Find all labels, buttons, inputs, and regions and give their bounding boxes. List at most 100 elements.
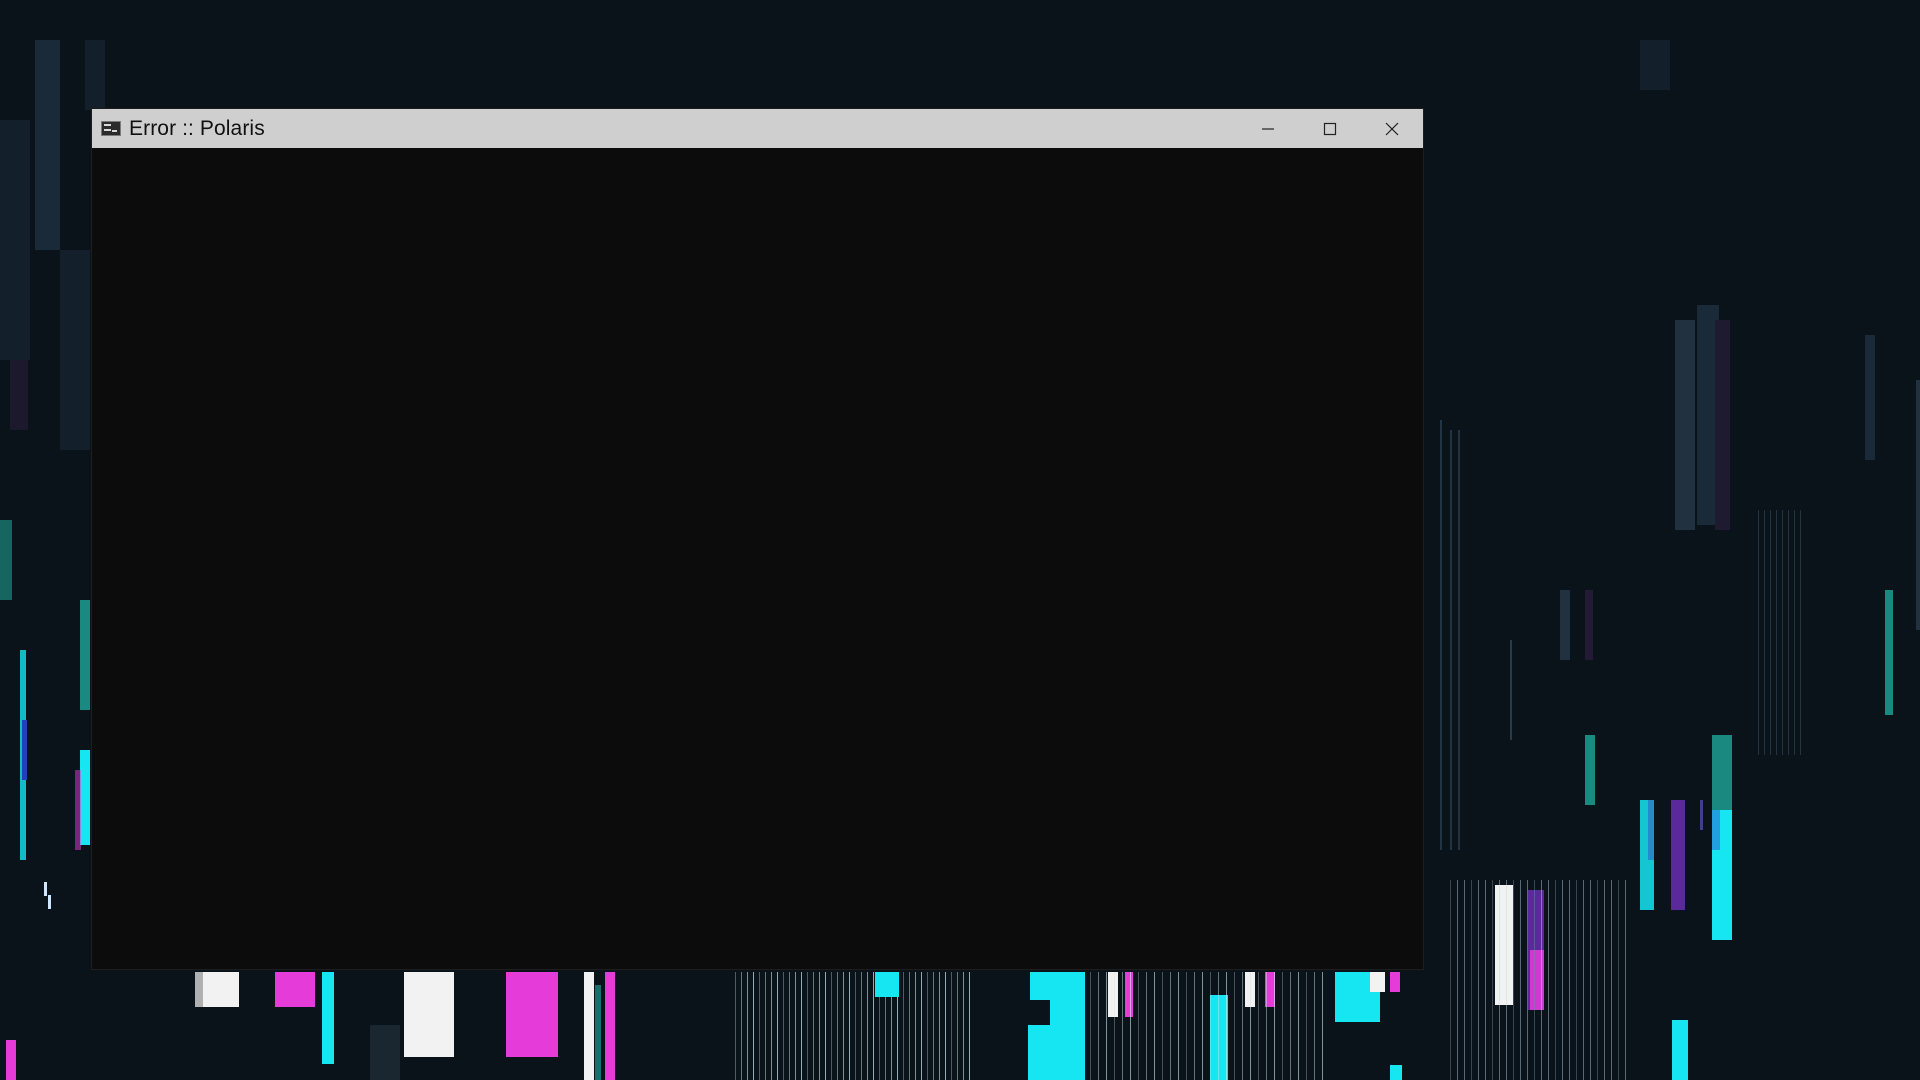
glitch-bar <box>1090 972 1091 1080</box>
glitch-bar <box>1306 972 1307 1080</box>
title-bar[interactable]: Error :: Polaris <box>92 109 1423 148</box>
glitch-bar <box>1234 972 1235 1080</box>
maximize-button[interactable] <box>1299 109 1361 148</box>
glitch-bar <box>1800 510 1801 755</box>
glitch-bar <box>1640 40 1670 90</box>
glitch-bar <box>759 972 760 1080</box>
glitch-bar <box>1590 880 1591 1080</box>
glitch-bar <box>1138 972 1139 1080</box>
console-output[interactable] <box>92 148 1423 969</box>
glitch-bar <box>1712 735 1732 815</box>
glitch-bar <box>1098 972 1099 1080</box>
glitch-bar <box>1322 972 1323 1080</box>
glitch-bar <box>1210 972 1211 1080</box>
glitch-bar <box>753 972 754 1080</box>
glitch-bar <box>1492 880 1493 1080</box>
glitch-bar <box>1534 880 1535 1080</box>
glitch-bar <box>1782 510 1783 755</box>
glitch-bar <box>1178 972 1179 1080</box>
glitch-bar <box>873 972 874 1080</box>
glitch-bar <box>1242 972 1243 1080</box>
glitch-bar <box>1106 972 1107 1080</box>
glitch-bar <box>1770 510 1771 755</box>
glitch-bar <box>1125 972 1133 1017</box>
glitch-bar <box>1314 972 1315 1080</box>
glitch-bar <box>843 972 844 1080</box>
glitch-bar <box>1274 972 1275 1080</box>
glitch-bar <box>1560 590 1570 660</box>
glitch-bar <box>1282 972 1283 1080</box>
glitch-bar <box>861 972 862 1080</box>
glitch-bar <box>1390 1065 1402 1080</box>
glitch-bar <box>1186 972 1187 1080</box>
glitch-bar <box>1440 420 1442 850</box>
glitch-bar <box>275 972 315 1007</box>
glitch-bar <box>765 972 766 1080</box>
glitch-bar <box>933 972 934 1080</box>
glitch-bar <box>903 972 904 1080</box>
glitch-bar <box>1764 510 1765 755</box>
glitch-bar <box>1604 880 1605 1080</box>
glitch-bar <box>951 972 952 1080</box>
glitch-bar <box>595 985 601 1080</box>
window-controls <box>1237 109 1423 148</box>
window-title: Error :: Polaris <box>129 116 265 140</box>
glitch-bar <box>1513 880 1514 1080</box>
glitch-bar <box>789 972 790 1080</box>
glitch-bar <box>741 972 742 1080</box>
glitch-bar <box>35 40 60 250</box>
glitch-bar <box>1266 972 1267 1080</box>
glitch-bar <box>1672 1020 1688 1080</box>
glitch-bar <box>0 520 12 600</box>
glitch-bar <box>10 360 28 430</box>
glitch-bar <box>1202 972 1203 1080</box>
glitch-bar <box>1675 320 1695 530</box>
glitch-bar <box>1794 510 1795 755</box>
glitch-bar <box>1885 590 1893 715</box>
glitch-bar <box>939 972 940 1080</box>
glitch-bar <box>1146 972 1147 1080</box>
glitch-bar <box>1450 880 1451 1080</box>
maximize-icon <box>1323 122 1337 135</box>
glitch-bar <box>1370 972 1385 992</box>
glitch-bar <box>1585 735 1595 805</box>
glitch-bar <box>1541 880 1542 1080</box>
glitch-bar <box>1788 510 1789 755</box>
glitch-bar <box>80 600 90 710</box>
glitch-bar <box>801 972 802 1080</box>
glitch-bar <box>370 1025 400 1080</box>
close-button[interactable] <box>1361 109 1423 148</box>
glitch-bar <box>1464 880 1465 1080</box>
glitch-bar <box>807 972 808 1080</box>
glitch-bar <box>1170 972 1171 1080</box>
glitch-bar <box>6 1040 16 1080</box>
glitch-bar <box>825 972 826 1080</box>
glitch-bar <box>1671 800 1685 910</box>
glitch-bar <box>0 120 30 360</box>
glitch-bar <box>1114 972 1115 1080</box>
glitch-bar <box>795 972 796 1080</box>
minimize-button[interactable] <box>1237 109 1299 148</box>
glitch-bar <box>1028 1025 1050 1080</box>
glitch-bar <box>927 972 928 1080</box>
glitch-bar <box>945 972 946 1080</box>
close-icon <box>1385 122 1399 135</box>
glitch-bar <box>1290 972 1291 1080</box>
glitch-bar <box>75 770 81 850</box>
glitch-bar <box>1758 510 1759 755</box>
glitch-bar <box>1618 880 1619 1080</box>
glitch-bar <box>85 40 105 110</box>
minimize-icon <box>1262 127 1274 130</box>
glitch-bar <box>22 720 27 780</box>
glitch-bar <box>322 972 334 1064</box>
glitch-bar <box>777 972 778 1080</box>
glitch-bar <box>1298 972 1299 1080</box>
glitch-bar <box>855 972 856 1080</box>
glitch-bar <box>1700 800 1703 830</box>
glitch-bar <box>909 972 910 1080</box>
glitch-bar <box>1495 885 1513 1005</box>
glitch-bar <box>48 895 51 909</box>
glitch-bar <box>1250 972 1251 1080</box>
glitch-bar <box>1776 510 1777 755</box>
glitch-bar <box>963 972 964 1080</box>
